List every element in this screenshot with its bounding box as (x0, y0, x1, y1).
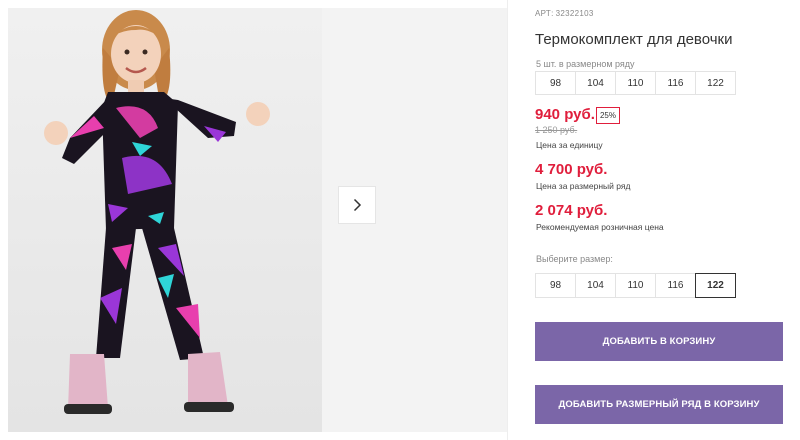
girl-thermal-set-image (8, 8, 322, 432)
size-option[interactable]: 116 (655, 273, 696, 298)
old-price: 1 250 руб. (535, 125, 578, 135)
size-option[interactable]: 110 (615, 273, 656, 298)
unit-price-caption: Цена за единицу (536, 140, 603, 150)
size-run-item: 122 (695, 71, 736, 95)
product-sku: АРТ: 32322103 (535, 9, 596, 18)
size-run-item: 104 (575, 71, 616, 95)
product-gallery (8, 8, 508, 432)
discount-badge: 25% (596, 107, 620, 124)
size-option-selected[interactable]: 122 (695, 273, 736, 298)
unit-price: 940 руб. (535, 106, 595, 123)
size-run-price: 4 700 руб. (535, 161, 608, 178)
size-run-item: 98 (535, 71, 576, 95)
sku-label: АРТ: (535, 9, 554, 18)
recommended-retail-price: 2 074 руб. (535, 202, 608, 219)
product-photo[interactable] (8, 8, 322, 432)
sku-value: 32322103 (555, 9, 594, 18)
add-size-run-to-cart-button[interactable]: ДОБАВИТЬ РАЗМЕРНЫЙ РЯД В КОРЗИНУ (535, 385, 783, 424)
size-selector: 98 104 110 116 122 (535, 273, 736, 298)
size-option[interactable]: 104 (575, 273, 616, 298)
size-run-item: 116 (655, 71, 696, 95)
product-title: Термокомплект для девочки (535, 31, 733, 48)
chevron-right-icon (353, 198, 362, 212)
size-run-label: 5 шт. в размерном ряду (536, 59, 635, 69)
gallery-next-button[interactable] (338, 186, 376, 224)
rrp-caption: Рекомендуемая розничная цена (536, 222, 664, 232)
size-run-price-caption: Цена за размерный ряд (536, 181, 631, 191)
size-option[interactable]: 98 (535, 273, 576, 298)
size-run-item: 110 (615, 71, 656, 95)
column-divider (507, 0, 508, 440)
size-run-list: 98 104 110 116 122 (535, 71, 736, 95)
add-to-cart-button[interactable]: ДОБАВИТЬ В КОРЗИНУ (535, 322, 783, 361)
choose-size-label: Выберите размер: (536, 254, 613, 264)
